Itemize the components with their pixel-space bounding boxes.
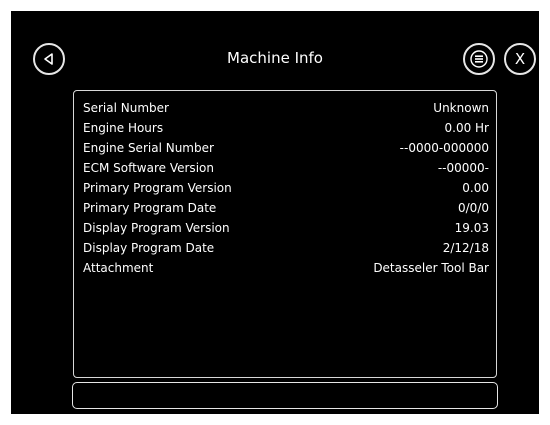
info-value: 0.00 Hr bbox=[444, 121, 490, 135]
info-label: ECM Software Version bbox=[83, 161, 214, 175]
status-bar bbox=[72, 382, 498, 409]
info-row-engine-serial-number: Engine Serial Number --0000-000000 bbox=[83, 138, 489, 158]
info-row-primary-program-version: Primary Program Version 0.00 bbox=[83, 178, 489, 198]
page-title: Machine Info bbox=[227, 49, 323, 67]
info-label: Primary Program Version bbox=[83, 181, 232, 195]
info-label: Engine Serial Number bbox=[83, 141, 214, 155]
info-row-display-program-date: Display Program Date 2/12/18 bbox=[83, 238, 489, 258]
info-value: 0.00 bbox=[462, 181, 489, 195]
info-row-display-program-version: Display Program Version 19.03 bbox=[83, 218, 489, 238]
info-label: Attachment bbox=[83, 261, 154, 275]
menu-button[interactable] bbox=[463, 43, 495, 75]
info-label: Primary Program Date bbox=[83, 201, 217, 215]
machine-info-screen: Machine Info X Serial Number Unknown Eng… bbox=[11, 11, 539, 414]
info-row-ecm-software-version: ECM Software Version --00000- bbox=[83, 158, 489, 178]
info-value: 0/0/0 bbox=[458, 201, 489, 215]
close-button[interactable]: X bbox=[504, 43, 536, 75]
info-label: Engine Hours bbox=[83, 121, 164, 135]
info-value: Unknown bbox=[433, 101, 489, 115]
info-value: 2/12/18 bbox=[442, 241, 489, 255]
info-value: Detasseler Tool Bar bbox=[373, 261, 489, 275]
close-icon: X bbox=[514, 49, 526, 68]
info-row-engine-hours: Engine Hours 0.00 Hr bbox=[83, 118, 489, 138]
info-value: --00000- bbox=[437, 161, 489, 175]
machine-info-panel: Serial Number Unknown Engine Hours 0.00 … bbox=[73, 90, 497, 378]
menu-lines-icon bbox=[470, 50, 488, 68]
info-value: 19.03 bbox=[454, 221, 489, 235]
info-label: Serial Number bbox=[83, 101, 169, 115]
info-row-serial-number: Serial Number Unknown bbox=[83, 98, 489, 118]
info-row-primary-program-date: Primary Program Date 0/0/0 bbox=[83, 198, 489, 218]
info-label: Display Program Date bbox=[83, 241, 215, 255]
info-label: Display Program Version bbox=[83, 221, 230, 235]
info-value: --0000-000000 bbox=[399, 141, 489, 155]
info-row-attachment: Attachment Detasseler Tool Bar bbox=[83, 258, 489, 278]
